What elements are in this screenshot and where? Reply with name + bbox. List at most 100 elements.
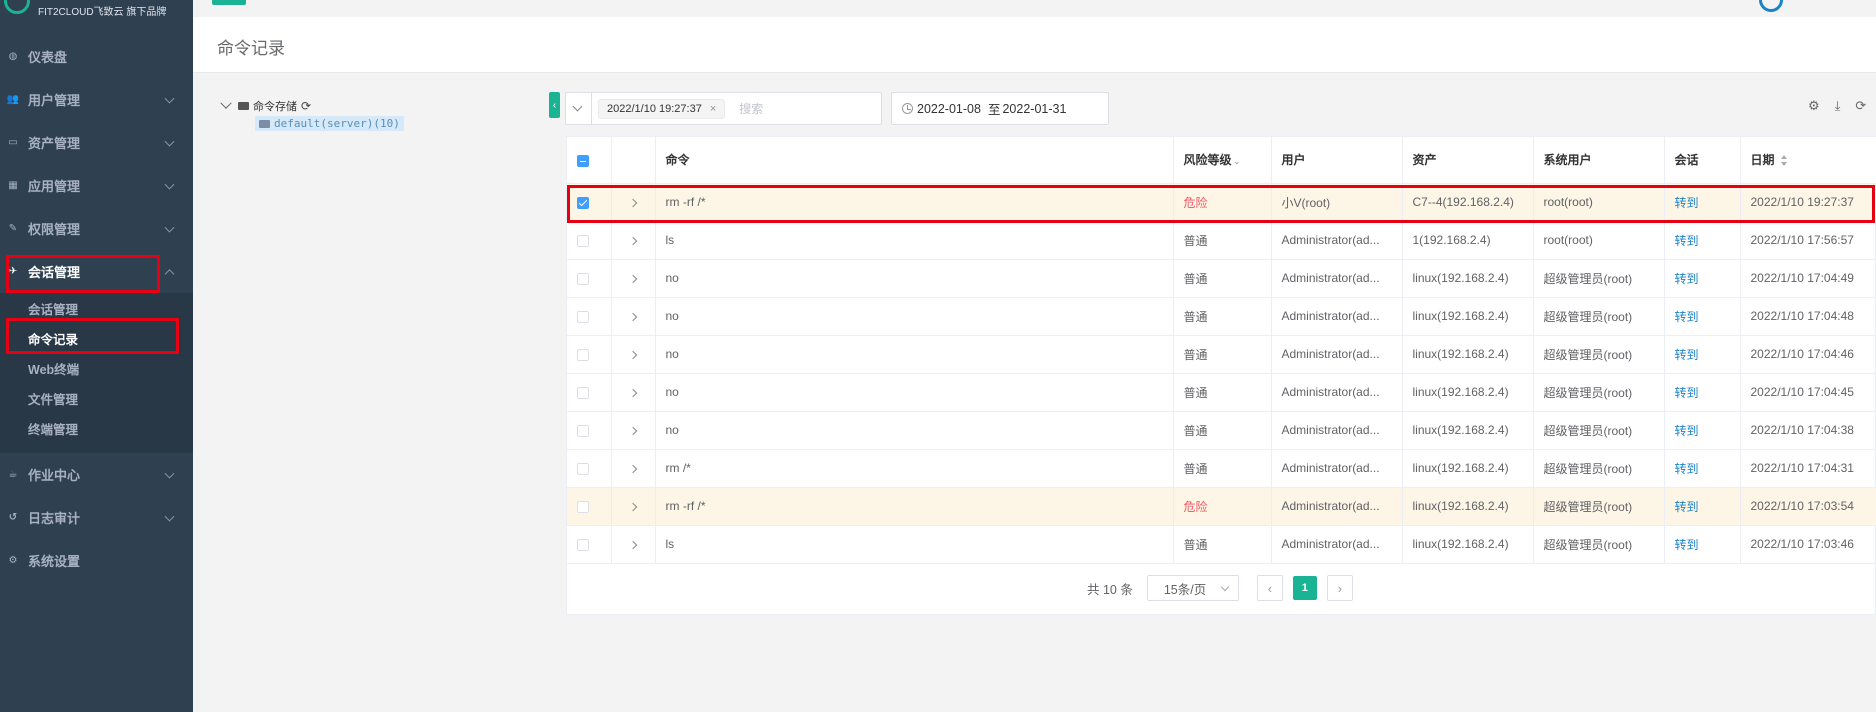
table-row[interactable]: ls 普通 Administrator(ad... 1(192.168.2.4) roo… [567, 221, 1876, 260]
row-checkbox-cell[interactable] [567, 373, 612, 412]
page-size-label[interactable]: 15条/页 [1164, 579, 1206, 598]
row-checkbox[interactable] [577, 424, 589, 437]
header-date-label[interactable]: 日期 [1751, 153, 1775, 167]
submenu-item[interactable]: 文件管理 [0, 385, 193, 415]
row-checkbox[interactable] [577, 462, 589, 475]
chevron-right-icon[interactable] [628, 236, 637, 246]
chevron-right-icon[interactable] [628, 426, 637, 436]
row-checkbox-cell[interactable] [567, 411, 612, 450]
header-risk[interactable]: 风险等级 ⌄ [1173, 137, 1272, 184]
settings-icon[interactable]: ⚙ [1808, 98, 1820, 114]
chevron-right-icon[interactable] [628, 540, 637, 550]
goto-session-link[interactable]: 转到 [1675, 234, 1699, 248]
row-checkbox[interactable] [577, 386, 589, 399]
row-checkbox-cell[interactable] [567, 297, 612, 336]
expand-cell[interactable] [611, 259, 656, 298]
expand-cell[interactable] [611, 335, 656, 374]
sidebar-item[interactable]: ⚙ 系统设置 [0, 539, 193, 582]
expand-cell[interactable] [611, 525, 656, 564]
close-icon[interactable]: × [710, 103, 716, 115]
chevron-down-icon[interactable] [566, 93, 592, 124]
row-checkbox[interactable] [577, 500, 589, 513]
table-row[interactable]: rm /* 普通 Administrator(ad... linux(192.168.… [567, 449, 1876, 488]
expand-cell[interactable] [611, 449, 656, 488]
chevron-right-icon[interactable] [628, 388, 637, 398]
sidebar-item[interactable]: ▦ 应用管理 [0, 164, 193, 207]
row-checkbox[interactable] [577, 348, 589, 361]
page-1-button[interactable]: 1 [1292, 576, 1317, 600]
refresh-icon[interactable]: ⟳ [301, 99, 311, 113]
row-checkbox[interactable] [577, 310, 589, 323]
table-row[interactable]: rm -rf /* 危险 Administrator(ad... linux(192.… [567, 487, 1876, 526]
sidebar-item[interactable]: ✎ 权限管理 [0, 207, 193, 250]
row-checkbox[interactable] [577, 272, 589, 285]
sidebar-item[interactable]: ◍ 仪表盘 [0, 35, 193, 78]
row-checkbox-cell[interactable] [567, 449, 612, 488]
sidebar-item[interactable]: ▭ 资产管理 [0, 121, 193, 164]
row-checkbox-cell[interactable] [567, 221, 612, 260]
table-row[interactable]: no 普通 Administrator(ad... linux(192.168.2.4… [567, 411, 1876, 450]
select-all-cell[interactable] [567, 137, 612, 184]
submenu-item[interactable]: Web终端 [0, 355, 193, 385]
header-date[interactable]: 日期 [1740, 137, 1876, 184]
table-row[interactable]: no 普通 Administrator(ad... linux(192.168.2.4… [567, 259, 1876, 298]
tree-root-label[interactable]: 命令存储 [253, 98, 297, 114]
select-all-checkbox[interactable] [577, 154, 589, 167]
row-checkbox-cell[interactable] [567, 487, 612, 526]
table-row[interactable]: ls 普通 Administrator(ad... linux(192.168.2.4… [567, 525, 1876, 564]
expand-cell[interactable] [611, 373, 656, 412]
tree-node-default[interactable]: default(server)(10) [255, 116, 404, 131]
cell-asset: linux(192.168.2.4) [1402, 297, 1534, 336]
top-button[interactable] [212, 0, 246, 5]
expand-cell[interactable] [611, 297, 656, 336]
row-checkbox[interactable] [577, 234, 589, 247]
table-row[interactable]: no 普通 Administrator(ad... linux(192.168.2.4… [567, 297, 1876, 336]
search-input[interactable] [739, 101, 870, 116]
table-row[interactable]: no 普通 Administrator(ad... linux(192.168.2.4… [567, 335, 1876, 374]
row-checkbox-cell[interactable] [567, 335, 612, 374]
goto-session-link[interactable]: 转到 [1675, 310, 1699, 324]
collapse-tree-button[interactable]: ‹ [549, 92, 560, 118]
sidebar-item[interactable]: ↺ 日志审计 [0, 496, 193, 539]
row-checkbox[interactable] [577, 538, 589, 551]
tree-root[interactable]: 命令存储 ⟳ [220, 97, 404, 115]
goto-session-link[interactable]: 转到 [1675, 462, 1699, 476]
chevron-right-icon[interactable] [628, 312, 637, 322]
goto-session-link[interactable]: 转到 [1675, 348, 1699, 362]
caret-down-icon[interactable] [220, 97, 232, 109]
expand-cell[interactable] [611, 221, 656, 260]
header-risk-label[interactable]: 风险等级 [1184, 153, 1232, 167]
download-icon[interactable]: ⤓ [1835, 98, 1841, 114]
date-range-picker[interactable]: 2022-01-08 至 2022-01-31 [891, 92, 1109, 125]
goto-session-link[interactable]: 转到 [1675, 386, 1699, 400]
sort-down-icon[interactable] [1780, 162, 1787, 167]
chevron-right-icon[interactable] [628, 464, 637, 474]
expand-cell[interactable] [611, 487, 656, 526]
cell-risk: 普通 [1173, 259, 1272, 298]
search-bar[interactable]: 2022/1/10 19:27:37 × [565, 92, 882, 125]
row-checkbox-cell[interactable] [567, 525, 612, 564]
next-page-button[interactable]: › [1326, 575, 1353, 601]
chevron-right-icon[interactable] [628, 502, 637, 512]
user-avatar[interactable] [1759, 0, 1783, 12]
page-size-select[interactable]: 15条/页 [1146, 575, 1239, 601]
filter-down-icon[interactable]: ⌄ [1234, 157, 1241, 166]
goto-session-link[interactable]: 转到 [1675, 500, 1699, 514]
expand-cell[interactable] [611, 411, 656, 450]
date-end[interactable]: 2022-01-31 [1002, 102, 1066, 116]
date-start[interactable]: 2022-01-08 [917, 102, 981, 116]
chevron-right-icon[interactable] [628, 274, 637, 284]
goto-session-link[interactable]: 转到 [1675, 538, 1699, 552]
sidebar-item[interactable]: ☕ 作业中心 [0, 453, 193, 496]
goto-session-link[interactable]: 转到 [1675, 424, 1699, 438]
submenu-item[interactable]: 终端管理 [0, 415, 193, 445]
sidebar-item[interactable]: 👥 用户管理 [0, 78, 193, 121]
sort-up-icon[interactable] [1780, 155, 1787, 160]
goto-session-link[interactable]: 转到 [1675, 272, 1699, 286]
refresh-table-icon[interactable]: ⟳ [1855, 98, 1866, 114]
row-checkbox-cell[interactable] [567, 259, 612, 298]
prev-page-button[interactable]: ‹ [1256, 575, 1283, 601]
table-row[interactable]: no 普通 Administrator(ad... linux(192.168.2.4… [567, 373, 1876, 412]
tree-node-label[interactable]: default(server)(10) [274, 117, 400, 130]
chevron-right-icon[interactable] [628, 350, 637, 360]
